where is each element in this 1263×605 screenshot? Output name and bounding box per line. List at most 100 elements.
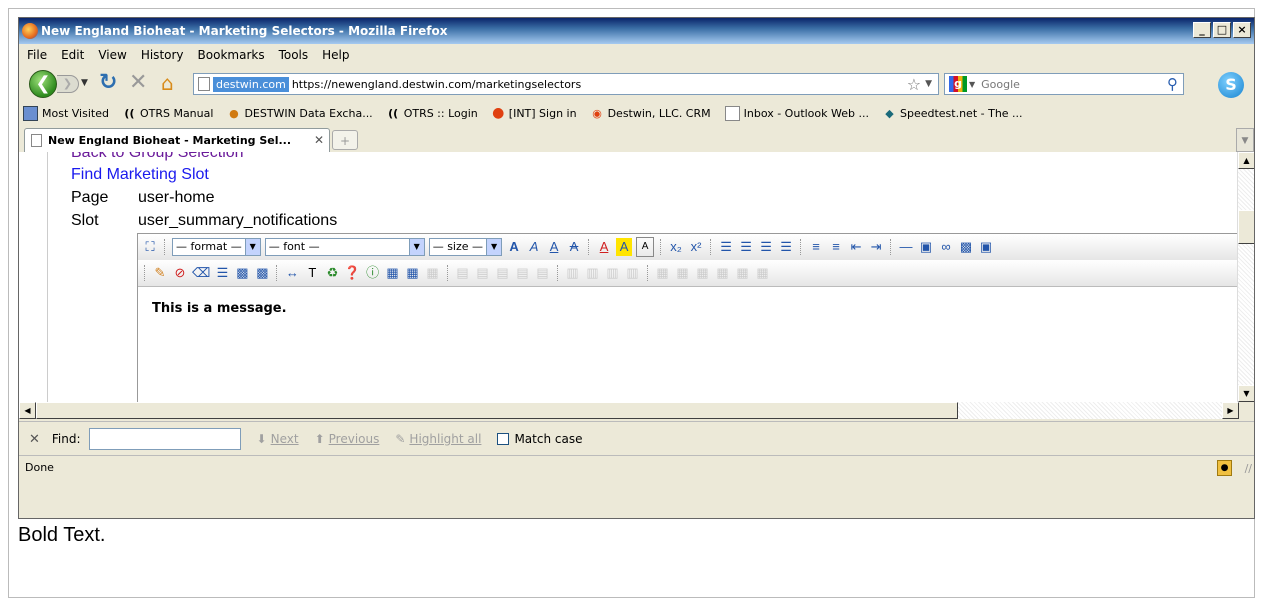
site-identity[interactable]: destwin.com bbox=[213, 76, 289, 92]
cell-table-icon[interactable]: ▦ bbox=[735, 264, 751, 282]
editor-body[interactable]: This is a message. bbox=[138, 287, 1238, 402]
reload-icon[interactable]: ↻ bbox=[99, 72, 117, 94]
indent-icon[interactable]: ⇥ bbox=[868, 238, 884, 256]
cell-left-icon[interactable]: ▦ bbox=[695, 264, 711, 282]
split-cells-icon[interactable]: ▦ bbox=[675, 264, 691, 282]
insert-row-icon[interactable]: ▤ bbox=[475, 264, 491, 282]
text-style-icon[interactable]: A bbox=[636, 237, 655, 257]
menu-bookmarks[interactable]: Bookmarks bbox=[198, 48, 265, 62]
superscript-icon[interactable]: x² bbox=[688, 238, 704, 256]
tab-list-dropdown-icon[interactable]: ▼ bbox=[1236, 128, 1254, 152]
table-props-icon[interactable]: ▦ bbox=[405, 264, 421, 282]
info-icon[interactable]: ⓘ bbox=[365, 264, 381, 282]
bookmark-most-visited[interactable]: Most Visited bbox=[23, 105, 109, 121]
bookmark-int-sign-in[interactable]: ● [INT] Sign in bbox=[492, 106, 576, 120]
link-icon[interactable]: ∞ bbox=[938, 238, 954, 256]
search-input[interactable]: Google bbox=[981, 78, 1167, 91]
scroll-up-icon[interactable]: ▲ bbox=[1238, 152, 1254, 169]
search-bar[interactable]: g ▼ Google ⚲ bbox=[944, 73, 1184, 95]
split-row-icon[interactable]: ▤ bbox=[535, 264, 551, 282]
menu-tools[interactable]: Tools bbox=[279, 48, 309, 62]
bookmark-otrs-manual[interactable]: ((OTRS Manual bbox=[123, 107, 213, 120]
align-left-icon[interactable]: ☰ bbox=[718, 238, 734, 256]
back-button[interactable]: ❮ bbox=[29, 70, 57, 98]
horizontal-rule-icon[interactable]: — bbox=[898, 238, 914, 256]
image-icon[interactable]: ▣ bbox=[978, 238, 994, 256]
bookmark-otrs-login[interactable]: ((OTRS :: Login bbox=[387, 107, 478, 120]
cell-right-icon[interactable]: ▦ bbox=[715, 264, 731, 282]
eraser-icon[interactable]: ⌫ bbox=[192, 264, 210, 282]
home-icon[interactable]: ⌂ bbox=[161, 73, 174, 93]
bookmark-star-icon[interactable]: ☆ bbox=[907, 75, 921, 94]
bookmark-crm[interactable]: ◉ Destwin, LLC. CRM bbox=[591, 107, 710, 120]
highlight-all-button[interactable]: ✎ Highlight all bbox=[395, 432, 481, 446]
outdent-icon[interactable]: ⇤ bbox=[848, 238, 864, 256]
menu-view[interactable]: View bbox=[98, 48, 126, 62]
table-icon[interactable]: ▦ bbox=[385, 264, 401, 282]
google-icon[interactable]: g bbox=[949, 76, 967, 92]
search-icon[interactable]: ⚲ bbox=[1167, 75, 1178, 93]
find-close-icon[interactable]: ✕ bbox=[29, 432, 40, 447]
col-props-icon[interactable]: ▥ bbox=[565, 264, 581, 282]
url-dropdown-icon[interactable]: ▼ bbox=[925, 79, 932, 89]
vertical-scroll-thumb[interactable] bbox=[1238, 210, 1254, 244]
resize-grip-icon[interactable]: ∕∕ bbox=[1245, 462, 1252, 475]
url-bar[interactable]: destwin.com https://newengland.destwin.c… bbox=[193, 73, 939, 95]
insert-col-icon[interactable]: ▥ bbox=[585, 264, 601, 282]
brush-icon[interactable]: ✎ bbox=[152, 264, 168, 282]
remove-format-icon[interactable]: ⊘ bbox=[172, 264, 188, 282]
match-case-checkbox[interactable]: Match case bbox=[497, 432, 582, 446]
italic-icon[interactable]: A bbox=[526, 238, 542, 256]
menu-help[interactable]: Help bbox=[322, 48, 349, 62]
help-icon[interactable]: ❓ bbox=[344, 264, 360, 282]
size-select[interactable]: — size — ▼ bbox=[428, 238, 503, 256]
anchor-icon[interactable]: ▣ bbox=[918, 238, 934, 256]
bold-icon[interactable]: A bbox=[506, 238, 522, 256]
spellcheck-icon[interactable]: T bbox=[304, 264, 320, 282]
url-input[interactable]: https://newengland.destwin.com/marketing… bbox=[292, 78, 907, 91]
vertical-scrollbar[interactable]: ▲ ▼ bbox=[1237, 152, 1254, 402]
stop-icon[interactable]: ✕ bbox=[129, 72, 147, 94]
align-center-icon[interactable]: ☰ bbox=[738, 238, 754, 256]
minimize-button[interactable]: _ bbox=[1193, 22, 1211, 38]
insert-after-icon[interactable]: ▩ bbox=[254, 264, 270, 282]
history-dropdown-icon[interactable]: ▼ bbox=[81, 78, 88, 88]
find-next-button[interactable]: ⬇ Next bbox=[257, 432, 299, 446]
insert-before-icon[interactable]: ▩ bbox=[234, 264, 250, 282]
delete-col-icon[interactable]: ▥ bbox=[605, 264, 621, 282]
format-select[interactable]: — format — ▼ bbox=[172, 238, 261, 256]
insert-link-icon[interactable]: ▩ bbox=[958, 238, 974, 256]
scroll-left-icon[interactable]: ◀ bbox=[19, 402, 36, 419]
highlight-color-icon[interactable]: A bbox=[616, 238, 633, 256]
strikethrough-icon[interactable]: A bbox=[566, 238, 582, 256]
text-color-icon[interactable]: A bbox=[596, 238, 612, 256]
align-right-icon[interactable]: ☰ bbox=[758, 238, 774, 256]
tab-close-icon[interactable]: ✕ bbox=[314, 133, 324, 147]
scroll-right-icon[interactable]: ▶ bbox=[1222, 402, 1239, 419]
cell-props-icon[interactable]: ▦ bbox=[425, 264, 441, 282]
lock-icon[interactable]: ● bbox=[1217, 460, 1232, 476]
font-select[interactable]: — font — ▼ bbox=[264, 238, 425, 256]
new-tab-button[interactable]: + bbox=[332, 130, 358, 150]
menu-edit[interactable]: Edit bbox=[61, 48, 84, 62]
row-props-icon[interactable]: ▤ bbox=[455, 264, 471, 282]
align-justify-icon[interactable]: ☰ bbox=[778, 238, 794, 256]
scroll-down-icon[interactable]: ▼ bbox=[1238, 385, 1254, 402]
bookmark-outlook[interactable]: Inbox - Outlook Web ... bbox=[724, 105, 869, 121]
forward-button[interactable]: ❯ bbox=[57, 75, 79, 93]
underline-icon[interactable]: A bbox=[546, 238, 562, 256]
paragraph-icon[interactable]: ☰ bbox=[214, 264, 230, 282]
tab-marketing-selectors[interactable]: New England Bioheat - Marketing Sel... ✕ bbox=[24, 128, 330, 152]
find-previous-button[interactable]: ⬆ Previous bbox=[315, 432, 380, 446]
bookmark-speedtest[interactable]: ◆ Speedtest.net - The ... bbox=[883, 107, 1022, 120]
unordered-list-icon[interactable]: ≡ bbox=[828, 238, 844, 256]
fullscreen-icon[interactable]: ⛶ bbox=[142, 238, 158, 256]
ordered-list-icon[interactable]: ≡ bbox=[808, 238, 824, 256]
find-marketing-slot-link[interactable]: Find Marketing Slot bbox=[71, 166, 209, 184]
back-to-group-link[interactable]: Back to Group Selection bbox=[71, 152, 244, 162]
engine-dropdown-icon[interactable]: ▼ bbox=[969, 80, 975, 89]
maximize-button[interactable]: □ bbox=[1213, 22, 1231, 38]
menu-history[interactable]: History bbox=[141, 48, 184, 62]
subscript-icon[interactable]: x₂ bbox=[668, 238, 684, 256]
horizontal-scroll-thumb[interactable] bbox=[36, 402, 958, 419]
